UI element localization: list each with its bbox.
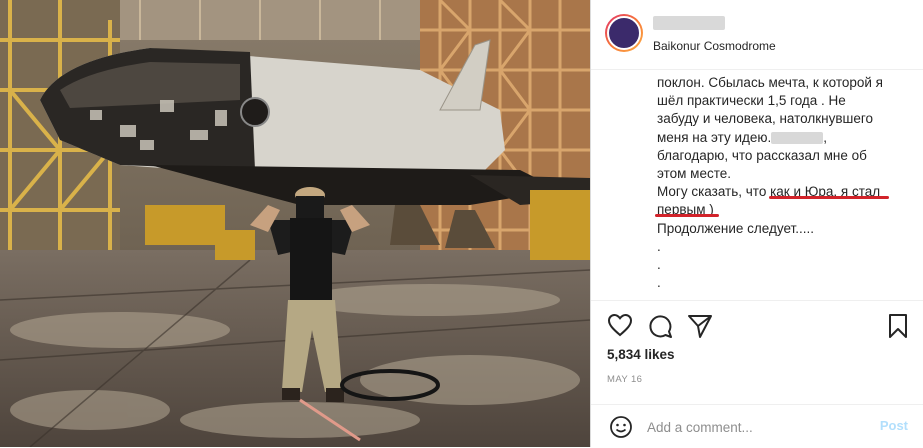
caption-line: забуду и человека, натолкнувшего	[657, 111, 874, 127]
likes-count[interactable]: 5,834 likes	[607, 347, 675, 362]
post-header: username Baikonur Cosmodrome	[591, 0, 923, 70]
avatar[interactable]	[605, 14, 643, 52]
caption-line: этом месте.	[657, 166, 731, 182]
heart-icon[interactable]	[607, 313, 633, 337]
caption-text: Могу сказать, что	[657, 184, 771, 200]
buran-hangar-image	[0, 0, 590, 447]
bookmark-icon[interactable]	[887, 313, 909, 339]
caption-dot: .	[657, 238, 661, 254]
caption-dot: .	[657, 257, 661, 273]
comment-icon[interactable]	[647, 313, 673, 339]
caption-line: меня на эту идею.,	[657, 129, 912, 147]
caption-line: Продолжение следует.....	[657, 220, 814, 236]
location-link[interactable]: Baikonur Cosmodrome	[653, 39, 776, 53]
caption-line: поклон. Сбылась мечта, к которой я	[657, 75, 883, 90]
post-date: MAY 16	[607, 374, 643, 385]
red-underline	[769, 196, 889, 199]
caption-text: ,	[823, 129, 828, 145]
post-details-panel: username Baikonur Cosmodrome поклон. Сбы…	[590, 0, 923, 447]
caption-line: благодарю, что рассказал мне об	[657, 147, 867, 163]
emoji-icon[interactable]	[609, 415, 633, 439]
red-underline	[655, 214, 719, 217]
caption-text: меня на эту идею.	[657, 129, 772, 145]
redacted-mention	[771, 132, 824, 145]
post-caption: поклон. Сбылась мечта, к которой я шёл п…	[657, 74, 912, 292]
post-comment-button[interactable]: Post	[880, 418, 908, 433]
caption-dot: .	[657, 275, 661, 291]
post-photo[interactable]	[0, 0, 590, 447]
share-icon[interactable]	[687, 313, 713, 339]
comment-input[interactable]	[645, 415, 869, 439]
post-actions: 5,834 likes MAY 16 Post	[591, 300, 923, 447]
caption-line: шёл практически 1,5 года . Не	[657, 93, 846, 109]
username-redacted[interactable]: username	[653, 16, 725, 30]
comment-bar: Post	[591, 404, 923, 448]
